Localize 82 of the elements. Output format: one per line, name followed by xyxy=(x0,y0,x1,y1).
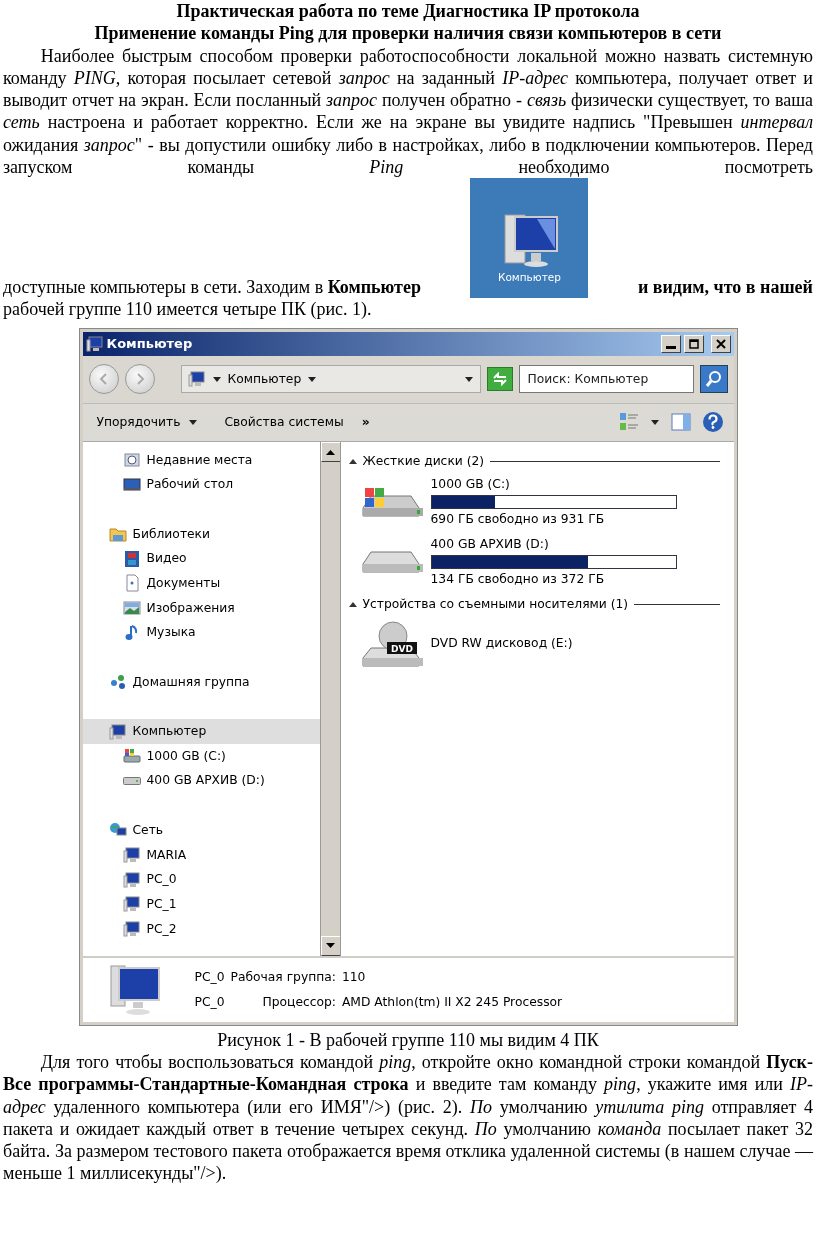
navigation-item[interactable]: Документы xyxy=(82,571,320,596)
navigation-item[interactable]: Библиотеки xyxy=(82,521,320,547)
navigation-item[interactable]: Компьютер xyxy=(82,719,320,744)
organize-menu[interactable]: Упорядочить xyxy=(92,412,203,432)
navigation-item[interactable]: Видео xyxy=(82,546,320,572)
computer-icon xyxy=(122,870,141,889)
caret-icon xyxy=(307,374,318,384)
computer-icon xyxy=(122,846,141,864)
drive-icon xyxy=(122,776,141,785)
property-value: 110 xyxy=(341,969,367,985)
film-icon xyxy=(122,549,141,568)
navigation-item[interactable]: PC_0 xyxy=(82,867,320,893)
minimize-icon xyxy=(665,346,676,350)
icon-label: Компьютер xyxy=(497,271,561,285)
computer-icon xyxy=(122,920,141,939)
collapse-caret-icon[interactable] xyxy=(348,601,357,608)
navigation-item[interactable]: Недавние места xyxy=(82,447,320,473)
caret-icon xyxy=(188,417,199,427)
view-caret-icon[interactable] xyxy=(649,417,660,427)
picture-icon xyxy=(122,599,141,618)
desktop-icon xyxy=(122,475,141,494)
window-title: Компьютер xyxy=(106,336,193,352)
document-title: Применение команды Ping для проверки наличия связи компьютеров в сети xyxy=(93,22,723,45)
refresh-arrows-icon xyxy=(491,372,508,387)
computer-name: PC_0 xyxy=(194,994,225,1010)
navigation-item[interactable]: Сеть xyxy=(82,818,320,843)
help-icon[interactable] xyxy=(701,411,724,434)
scrollbar[interactable] xyxy=(319,441,340,956)
computer-icon xyxy=(122,895,141,914)
close-button[interactable] xyxy=(710,334,731,353)
address-text: Компьютер xyxy=(227,371,302,387)
collapse-caret-icon[interactable] xyxy=(348,458,357,465)
more-button[interactable]: » xyxy=(357,412,374,432)
navigation-item[interactable]: MARIA xyxy=(82,842,320,868)
library-folder-icon xyxy=(108,525,127,544)
maximize-button[interactable] xyxy=(683,334,704,353)
windows-drive-icon xyxy=(122,747,141,766)
group-header[interactable]: Жесткие диски (2) xyxy=(362,453,485,469)
up-arrow-icon xyxy=(326,448,335,455)
paragraph-text: доступные компьютеры в сети. Заходим в Компьютер xyxy=(3,276,421,299)
down-arrow-icon xyxy=(326,942,335,949)
drive-name[interactable]: DVD RW дисковод (E:) xyxy=(430,636,573,652)
computer-icon xyxy=(108,722,127,741)
refresh-button[interactable] xyxy=(486,367,513,392)
address-bar[interactable]: Компьютер xyxy=(180,365,481,394)
people-group-icon xyxy=(108,673,127,692)
property-label: Процессор: xyxy=(261,994,336,1010)
maximize-icon xyxy=(688,338,699,349)
paragraph-text: Наиболее быстрым способом проверки работоспособности локальной можно назвать системную команду PING, которая посылает сетевой запрос на заданный IP-адрес компьютера, получает ответ и выводит отчет на экран. Если посланный запрос получен обратно - связь физически существует, то ваша сеть настроена и работает корректно. Если же на экране вы увидите надпись "Превышен интервал ожидания запрос" - вы допустили ошибку либо в настройках, либо в подключении компьютеров. Перед запуском команды Ping необходимо посмотреть xyxy=(3,44,813,179)
computer-name: PC_0 xyxy=(194,969,225,985)
search-button[interactable] xyxy=(699,365,728,394)
dropdown-caret-icon xyxy=(463,374,474,384)
figure-caption: Рисунок 1 - В рабочей группе 110 мы видим 4 ПК xyxy=(216,1028,600,1051)
search-icon xyxy=(704,370,723,389)
free-space-text: 134 ГБ свободно из 372 ГБ xyxy=(430,571,606,587)
system-properties-button[interactable]: Свойства системы xyxy=(220,412,348,432)
drive-name[interactable]: 1000 GB (C:) xyxy=(430,476,677,492)
computer-icon xyxy=(187,370,206,389)
drive-name[interactable]: 400 GB АРХИВ (D:) xyxy=(430,536,677,552)
paragraph-text: Для того чтобы воспользоваться командой ping, откройте окно командной строки командой Пуск-Все программы-Стандартные-Командная строка и введите там команду ping, укажите имя или IP-адрес удаленного компьютера (или его ИМЯ"/>) (рис. 2). По умолчанию утилита ping отправляет 4 пакета и ожидает каждый ответ в течение четырех секунд. По умолчанию команда посылает пакет 32 байта. За размером тестового пакета отображается время отклика удаленной системы (в нашем случае — меньше 1 миллисекунды"/>). xyxy=(3,1050,813,1185)
minimize-button[interactable] xyxy=(660,334,681,353)
navigation-item[interactable]: Изображения xyxy=(82,595,320,621)
property-label: Рабочая группа: xyxy=(230,969,336,985)
navigation-item[interactable]: Музыка xyxy=(82,620,320,646)
paragraph-text: и видим, что в нашей xyxy=(637,276,813,299)
document-title: Практическая работа по теме Диагностика IP протокола xyxy=(175,0,641,23)
paragraph-text: рабочей группе 110 имеется четыре ПК (рис. 1). xyxy=(3,298,373,321)
scroll-up-button[interactable] xyxy=(320,441,341,462)
group-header[interactable]: Устройства со съемными носителями (1) xyxy=(362,596,629,612)
navigation-item[interactable]: 400 GB АРХИВ (D:) xyxy=(82,768,320,794)
navigation-item[interactable]: Домашняя группа xyxy=(82,669,320,695)
navigation-item[interactable]: PC_1 xyxy=(82,892,320,917)
navigation-item[interactable]: Рабочий стол xyxy=(82,472,320,498)
navigation-item[interactable]: PC_2 xyxy=(82,916,320,942)
navigation-item[interactable]: 1000 GB (C:) xyxy=(82,743,320,769)
free-space-text: 690 ГБ свободно из 931 ГБ xyxy=(430,511,606,527)
caret-icon xyxy=(211,374,222,384)
search-field[interactable]: Поиск: Компьютер xyxy=(518,365,694,394)
close-icon xyxy=(715,338,726,349)
scroll-down-button[interactable] xyxy=(320,935,341,956)
computer-icon xyxy=(85,334,104,353)
property-value: AMD Athlon(tm) II X2 245 Processor xyxy=(341,994,563,1010)
